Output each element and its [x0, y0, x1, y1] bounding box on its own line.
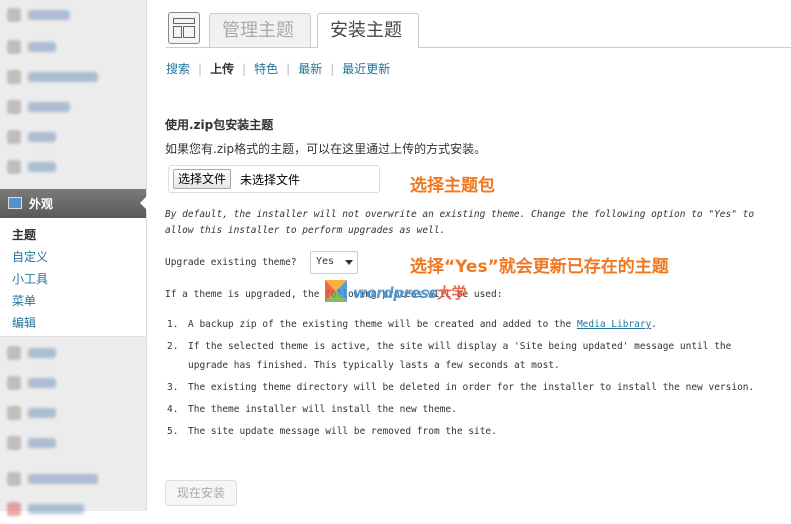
chevron-down-icon: [345, 260, 353, 265]
menu-icon: [7, 376, 21, 390]
menu-icon: [7, 502, 21, 516]
themes-icon: [168, 12, 200, 44]
menu-icon: [7, 70, 21, 84]
file-input[interactable]: 选择文件 未选择文件: [168, 165, 380, 193]
menu-icon: [7, 40, 21, 54]
menu-icon: [7, 100, 21, 114]
menu-icon: [7, 472, 21, 486]
menu-icon: [7, 8, 21, 22]
sidebar-item-blurred[interactable]: [0, 464, 146, 494]
install-now-button[interactable]: 现在安装: [165, 480, 237, 506]
submenu-item-widgets[interactable]: 小工具: [12, 270, 48, 287]
annotation-select-yes: 选择“Yes”就会更新已存在的主题: [410, 257, 669, 277]
upload-description: 如果您有.zip格式的主题，可以在这里通过上传的方式安装。: [165, 142, 487, 156]
list-item: 5. The site update message will be remove…: [167, 426, 497, 437]
menu-icon: [7, 436, 21, 450]
install-subnav: 搜索 | 上传 | 特色 | 最新 | 最近更新: [166, 60, 391, 77]
sidebar-item-blurred[interactable]: [0, 62, 146, 92]
subnav-upload[interactable]: 上传: [210, 60, 234, 77]
list-item: 1. A backup zip of the existing theme wil…: [167, 319, 658, 330]
choose-file-button[interactable]: 选择文件: [173, 169, 232, 189]
list-item: 4. The theme installer will install the n…: [167, 404, 457, 415]
sidebar-item-blurred[interactable]: [0, 338, 146, 368]
sidebar-item-blurred[interactable]: [0, 32, 146, 62]
sidebar-item-blurred[interactable]: [0, 92, 146, 122]
sidebar-item-blurred[interactable]: [0, 368, 146, 398]
no-file-text: 未选择文件: [240, 173, 301, 187]
sidebar-item-blurred[interactable]: [0, 398, 146, 428]
admin-sidebar: 外观 主题 自定义 小工具 菜单 编辑: [0, 0, 147, 516]
sidebar-item-blurred[interactable]: [0, 152, 146, 182]
upgrade-select[interactable]: Yes: [310, 251, 358, 274]
submenu-item-editor[interactable]: 编辑: [12, 314, 36, 331]
list-item: 2. If the selected theme is active, the s…: [167, 341, 732, 371]
logo-icon: [325, 280, 347, 302]
upgrade-label: Upgrade existing theme?: [165, 257, 297, 268]
submenu-item-customize[interactable]: 自定义: [12, 248, 48, 265]
menu-icon: [7, 406, 21, 420]
subnav-newest[interactable]: 最新: [298, 60, 322, 77]
menu-icon: [7, 346, 21, 360]
menu-icon: [7, 160, 21, 174]
sidebar-item-blurred[interactable]: [0, 0, 146, 30]
overwrite-note: By default, the installer will not overw…: [165, 209, 755, 236]
subnav-recently-updated[interactable]: 最近更新: [342, 60, 390, 77]
sidebar-item-label: 外观: [29, 197, 54, 211]
sidebar-item-blurred[interactable]: [0, 428, 146, 458]
tab-install-themes[interactable]: 安装主题: [317, 13, 419, 48]
appearance-icon: [8, 197, 22, 209]
submenu-item-themes[interactable]: 主题: [12, 226, 36, 243]
tab-manage-themes[interactable]: 管理主题: [209, 13, 311, 47]
upgrade-steps: 1. A backup zip of the existing theme wil…: [165, 315, 775, 444]
main-content: 管理主题 安装主题 搜索 | 上传 | 特色 | 最新 | 最近更新 使用.zip包安装主题 如…: [146, 0, 791, 511]
sidebar-item-appearance[interactable]: 外观: [0, 189, 147, 218]
upload-title: 使用.zip包安装主题: [165, 118, 274, 132]
subnav-featured[interactable]: 特色: [254, 60, 278, 77]
menu-icon: [7, 130, 21, 144]
annotation-choose-package: 选择主题包: [410, 176, 495, 196]
appearance-submenu: 主题 自定义 小工具 菜单 编辑: [0, 218, 146, 337]
sidebar-item-blurred[interactable]: [0, 122, 146, 152]
media-library-link[interactable]: Media Library: [577, 319, 651, 330]
sidebar-item-blurred[interactable]: [0, 494, 146, 524]
watermark-logo: wordpress大学: [325, 279, 485, 305]
upgrade-select-value: Yes: [316, 256, 335, 267]
list-item: 3. The existing theme directory will be d…: [167, 382, 755, 393]
subnav-search[interactable]: 搜索: [166, 60, 190, 77]
submenu-item-menus[interactable]: 菜单: [12, 292, 36, 309]
